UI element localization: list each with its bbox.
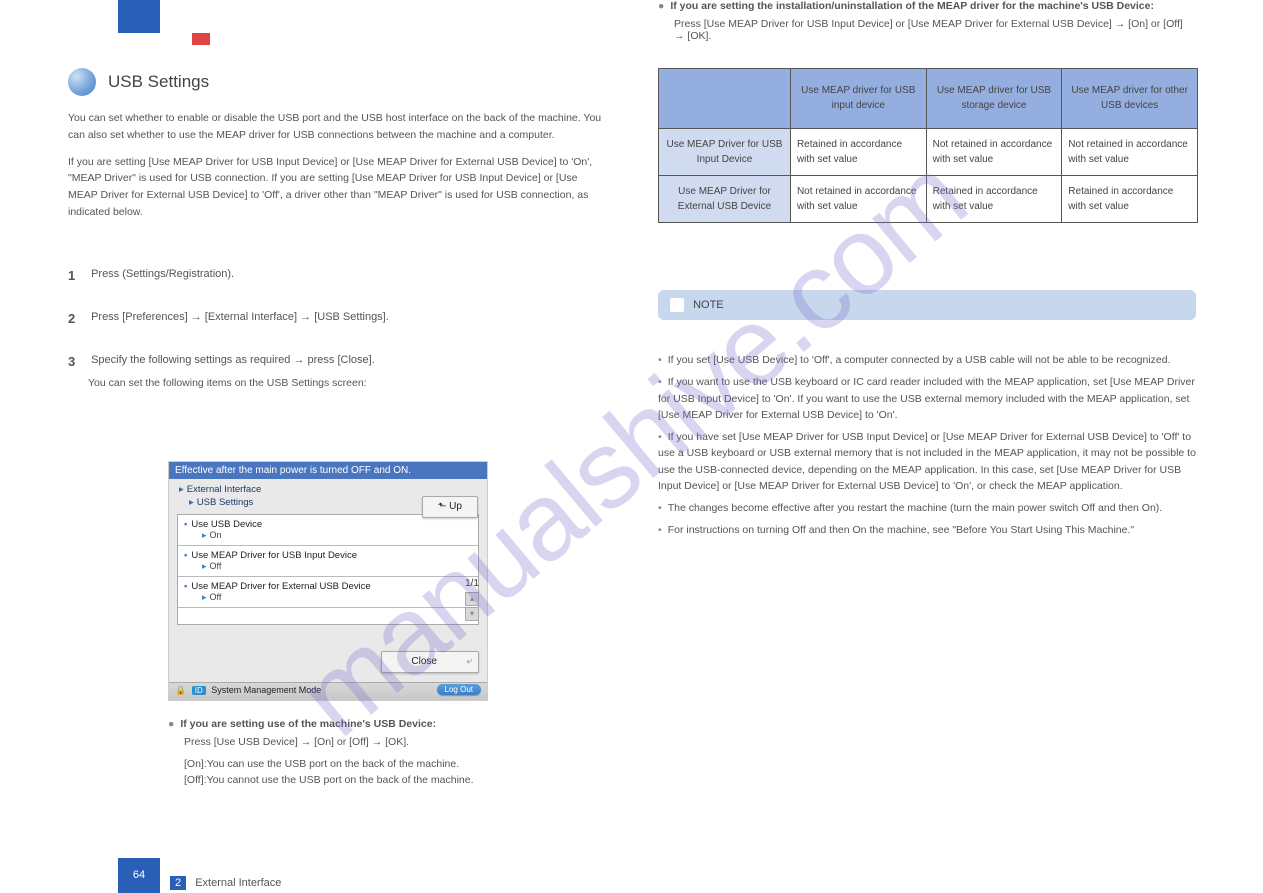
list-item-empty [178,608,478,624]
intro-column: You can set whether to enable or disable… [68,110,608,231]
options-subheading: Press [Use USB Device] → [On] or [Off] →… [184,736,608,748]
th-input: Use MEAP driver for USB input device [790,69,926,129]
header-square [118,0,160,33]
note-item: For instructions on turning Off and then… [658,522,1196,538]
list-item[interactable]: ▪ Use USB Device ▸On [178,515,478,546]
option-off-text: You cannot use the USB port on the back … [207,774,474,786]
options-heading: If you are setting use of the machine's … [180,718,436,730]
row-value: Off [210,561,222,571]
panel-banner: Effective after the main power is turned… [169,462,487,479]
chevron-right-icon: ▸ [202,530,207,540]
option-label-on: [On]: [184,758,207,770]
bullet-circle-icon [68,68,96,96]
options2-heading: If you are setting the installation/unin… [670,0,1154,12]
row-label: Use USB Device [191,519,262,530]
note-icon [670,298,684,312]
footer-tab-badge: 2 [170,876,186,890]
th-other: Use MEAP driver for other USB devices [1062,69,1198,129]
footer-section-text: External Interface [195,877,281,889]
intro-paragraph: You can set whether to enable or disable… [68,110,608,144]
step-number: 1 [68,268,88,283]
bullet-square-icon: ▪ [184,519,187,530]
footer-page-box: 64 [118,858,160,893]
chevron-right-icon: ▸ [189,497,194,508]
intro-note: If you are setting [Use MEAP Driver for … [68,154,608,221]
close-button[interactable]: Close ⤶ [381,651,479,673]
row-value: Off [210,592,222,602]
note-item: If you want to use the USB keyboard or I… [658,374,1196,423]
up-button[interactable]: ⬑ Up [422,496,478,518]
options2-subheading: Press [Use MEAP Driver for USB Input Dev… [674,18,1196,42]
chevron-right-icon: ▸ [179,484,184,495]
section-title: USB Settings [108,72,209,92]
status-bar: 🔒 ID System Management Mode Log Out [169,682,487,700]
step-text: Press [Preferences] → [External Interfac… [91,311,591,323]
note-item: If you have set [Use MEAP Driver for USB… [658,429,1196,494]
option-on-text: You can use the USB port on the back of … [207,758,459,770]
table-cell: Retained in accordance with set value [1062,176,1198,223]
note-body: If you set [Use USB Device] to 'Off', a … [658,352,1196,545]
note-item: If you set [Use USB Device] to 'Off', a … [658,352,1196,368]
logout-button[interactable]: Log Out [437,684,481,695]
status-mode-text: System Management Mode [211,685,321,695]
table-cell: Not retained in accordance with set valu… [926,129,1062,176]
bullet-square-icon: ▪ [184,581,187,592]
up-arrow-icon: ⬑ [438,501,446,512]
steps-list: 1 Press (Settings/Registration). 2 Press… [68,268,608,419]
step-subtext: You can set the following items on the U… [88,375,608,391]
note-title: NOTE [693,299,724,311]
option-block-2: ● If you are setting the installation/uni… [658,0,1196,42]
bullet-square-icon: ▪ [184,550,187,561]
settings-list: ▪Use USB Device ▸On ▪Use MEAP Driver for… [177,514,479,625]
driver-table-wrap: Use MEAP driver for USB input device Use… [658,68,1198,223]
row2-header: Use MEAP Driver for External USB Device [659,176,791,223]
th-blank [659,69,791,129]
step-number: 2 [68,311,88,326]
note-box: NOTE [658,290,1196,320]
table-cell: Retained in accordance with set value [926,176,1062,223]
table-cell: Retained in accordance with set value [790,129,926,176]
option-block: ● If you are setting use of the machine's… [168,718,608,786]
scroll-up-icon[interactable]: ▴ [465,592,479,606]
list-item[interactable]: ▪ Use MEAP Driver for USB Input Device ▸O… [178,546,478,577]
usb-settings-panel: Effective after the main power is turned… [168,461,488,701]
return-icon: ⤶ [466,652,472,672]
scrollbar[interactable]: ▴ ▾ [465,592,479,622]
crumb-level1: External Interface [187,484,261,495]
bullet-icon: ● [168,718,174,730]
header-red-box [192,33,210,45]
option-label-off: [Off]: [184,774,207,786]
up-button-label: Up [449,501,462,512]
row-label: Use MEAP Driver for External USB Device [191,581,370,592]
page-indicator: 1/1 [465,578,479,589]
th-storage: Use MEAP driver for USB storage device [926,69,1062,129]
table-cell: Not retained in accordance with set valu… [790,176,926,223]
chevron-right-icon: ▸ [202,561,207,571]
note-item: The changes become effective after you r… [658,500,1196,516]
crumb-level2: USB Settings [197,497,254,508]
row1-header: Use MEAP Driver for USB Input Device [659,129,791,176]
row-label: Use MEAP Driver for USB Input Device [191,550,357,561]
table-cell: Not retained in accordance with set valu… [1062,129,1198,176]
step-text: Press (Settings/Registration). [91,268,591,280]
step-number: 3 [68,354,88,369]
list-item[interactable]: ▪ Use MEAP Driver for External USB Device… [178,577,478,608]
id-badge: ID [192,686,206,695]
row-value: On [210,530,222,540]
scroll-down-icon[interactable]: ▾ [465,607,479,621]
close-button-label: Close [411,656,437,667]
step-text: Specify the following settings as requir… [91,354,591,366]
bullet-icon: ● [658,0,664,12]
lock-icon: 🔒 [175,685,186,695]
driver-table: Use MEAP driver for USB input device Use… [658,68,1198,223]
chevron-right-icon: ▸ [202,592,207,602]
